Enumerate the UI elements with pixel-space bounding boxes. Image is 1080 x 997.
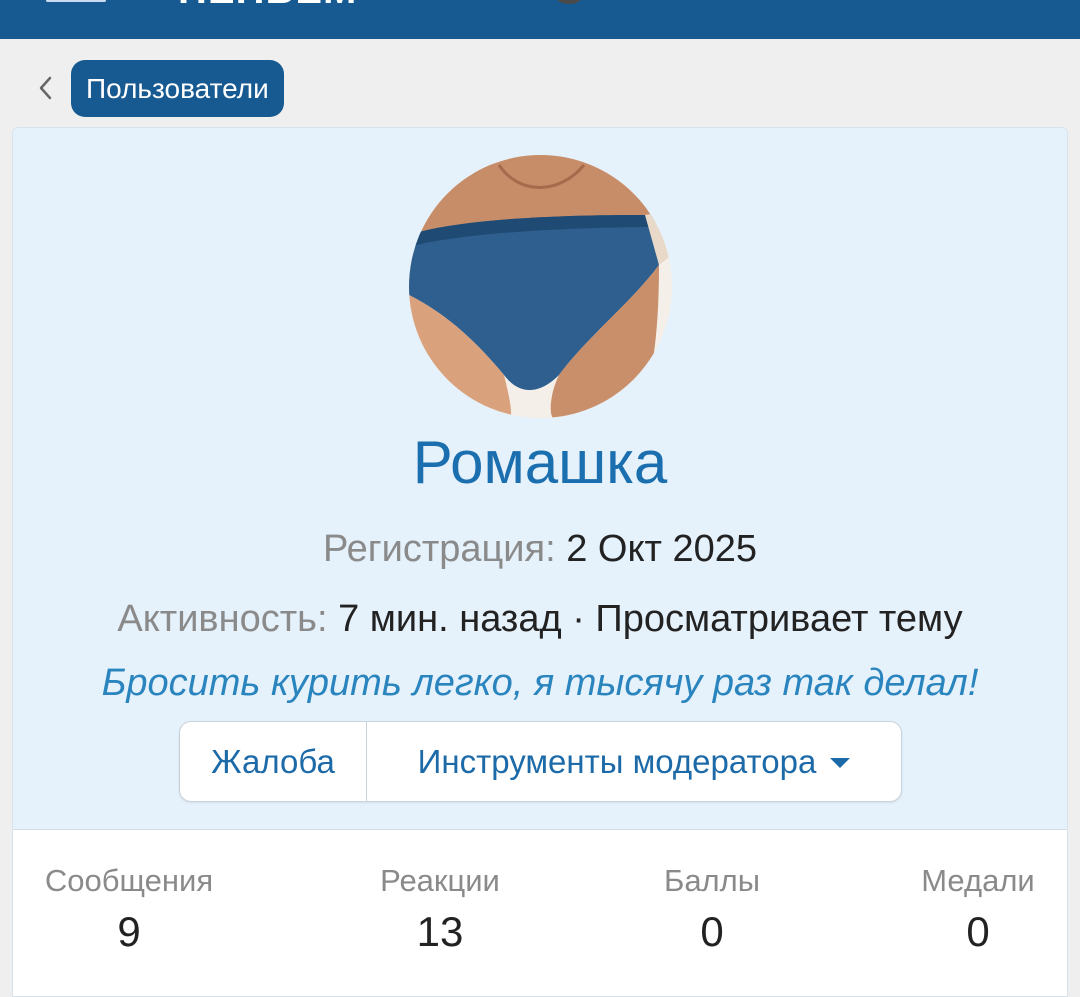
profile-actions: Жалоба Инструменты модератора	[179, 721, 902, 802]
stat-label: Медали	[921, 863, 1035, 898]
member-profile-card: Ромашка Регистрация: 2 Окт 2025 Активнос…	[12, 127, 1068, 997]
stat-points[interactable]: Баллы 0	[647, 861, 777, 959]
report-button[interactable]: Жалоба	[180, 722, 367, 801]
breadcrumb-users[interactable]: Пользователи	[71, 60, 284, 117]
profile-header: Ромашка Регистрация: 2 Окт 2025 Активнос…	[13, 128, 1067, 830]
stat-value: 0	[700, 908, 724, 955]
activity-label: Активность:	[117, 598, 328, 640]
registration-line: Регистрация: 2 Окт 2025	[13, 526, 1067, 572]
stat-messages[interactable]: Сообщения 9	[41, 861, 217, 959]
caret-down-icon	[830, 757, 851, 768]
moderator-tools-button[interactable]: Инструменты модератора	[367, 722, 901, 801]
moderator-tools-label: Инструменты модератора	[417, 742, 817, 780]
stat-label: Баллы	[663, 863, 761, 898]
chevron-left-icon[interactable]	[34, 74, 58, 102]
custom-status: Бросить курить легко, я тысячу раз так д…	[101, 662, 979, 704]
user-avatar-icon[interactable]	[556, 0, 582, 4]
profile-stats: Сообщения 9 Реакции 13 Баллы 0 Медали 0	[13, 831, 1067, 996]
activity-line: Активность: 7 мин. назад · Просматривает…	[13, 596, 1067, 642]
site-logo[interactable]: HEHBEM	[178, 0, 357, 10]
stat-label: Сообщения	[44, 863, 214, 898]
stat-label: Реакции	[380, 863, 500, 898]
stat-value: 0	[966, 908, 990, 955]
stat-value: 9	[117, 908, 141, 955]
avatar[interactable]	[409, 155, 672, 418]
activity-value[interactable]: 7 мин. назад · Просматривает тему	[338, 598, 963, 640]
stat-medals[interactable]: Медали 0	[913, 861, 1043, 959]
registration-date: 2 Окт 2025	[566, 528, 758, 570]
report-button-label: Жалоба	[211, 742, 335, 780]
username[interactable]: Ромашка	[13, 428, 1067, 498]
top-navigation-bar: HEHBEM	[0, 0, 1080, 39]
stat-value: 13	[416, 908, 464, 955]
registration-label: Регистрация:	[322, 528, 556, 570]
stat-reactions[interactable]: Реакции 13	[365, 861, 515, 959]
menu-icon[interactable]	[46, 0, 106, 2]
